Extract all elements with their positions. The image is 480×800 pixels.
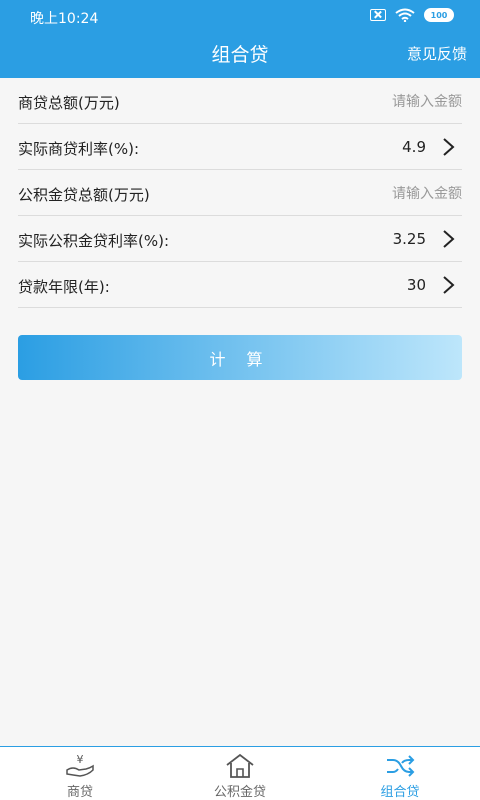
commercial-amount-row: 商贷总额(万元) — [18, 78, 462, 124]
commercial-rate-label: 实际商贷利率(%): — [18, 140, 140, 158]
bottom-tab-bar: ¥ 商贷 公积金贷 组合贷 — [0, 746, 480, 800]
calculate-button[interactable]: 计 算 — [18, 335, 462, 380]
app-header: 晚上10:24 100 组合贷 意见反馈 — [0, 0, 480, 78]
chevron-right-icon — [443, 138, 455, 156]
tab-commercial-loan-label: 商贷 — [66, 785, 93, 800]
commercial-amount-input[interactable] — [312, 90, 462, 114]
status-icons: 100 — [370, 8, 454, 22]
feedback-button[interactable]: 意见反馈 — [407, 43, 467, 64]
wifi-icon — [395, 8, 415, 22]
tab-housing-fund-loan[interactable]: 公积金贷 — [160, 747, 320, 800]
loan-years-row[interactable]: 贷款年限(年): 30 — [18, 262, 462, 308]
status-bar: 晚上10:24 100 — [0, 0, 480, 32]
loan-years-value: 30 — [406, 276, 426, 294]
commercial-amount-label: 商贷总额(万元) — [18, 94, 120, 112]
commercial-rate-row[interactable]: 实际商贷利率(%): 4.9 — [18, 124, 462, 170]
shuffle-icon — [387, 755, 415, 777]
chevron-right-icon — [443, 276, 455, 294]
fund-amount-input[interactable] — [312, 182, 462, 206]
tab-combined-loan[interactable]: 组合贷 — [320, 747, 480, 800]
fund-rate-value: 3.25 — [392, 230, 426, 248]
status-time: 晚上10:24 — [30, 11, 99, 27]
yen-hand-icon: ¥ — [66, 753, 94, 777]
tab-housing-fund-loan-label: 公积金贷 — [213, 785, 266, 800]
tab-combined-loan-label: 组合贷 — [380, 785, 420, 800]
loan-years-label: 贷款年限(年): — [18, 278, 110, 296]
tab-commercial-loan[interactable]: ¥ 商贷 — [0, 747, 160, 800]
fund-amount-label: 公积金贷总额(万元) — [18, 186, 150, 204]
battery-level: 100 — [430, 10, 448, 20]
fund-rate-row[interactable]: 实际公积金贷利率(%): 3.25 — [18, 216, 462, 262]
chevron-right-icon — [443, 230, 455, 248]
no-sim-icon — [370, 9, 386, 21]
svg-text:¥: ¥ — [77, 753, 84, 766]
fund-rate-label: 实际公积金贷利率(%): — [18, 232, 170, 250]
battery-icon: 100 — [424, 8, 454, 22]
fund-amount-row: 公积金贷总额(万元) — [18, 170, 462, 216]
house-icon — [226, 753, 254, 778]
loan-form: 商贷总额(万元) 实际商贷利率(%): 4.9 公积金贷总额(万元) 实际公积金… — [0, 78, 480, 308]
commercial-rate-value: 4.9 — [402, 138, 426, 156]
